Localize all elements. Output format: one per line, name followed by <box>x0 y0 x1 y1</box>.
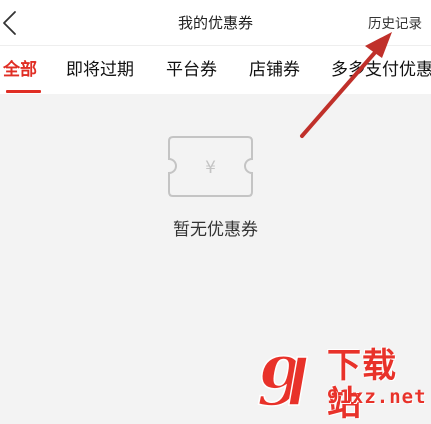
watermark-logo: 9 <box>256 347 309 411</box>
top-bar: 我的优惠券 历史记录 <box>0 0 431 46</box>
tab-duoduo-pay-discount[interactable]: 多多支付优惠 <box>331 58 431 82</box>
tab-store-coupons[interactable]: 店铺券 <box>249 58 300 82</box>
yen-symbol: ¥ <box>205 158 216 178</box>
coupon-ticket-icon: ¥ <box>167 135 254 198</box>
tab-platform-coupons[interactable]: 平台券 <box>166 58 217 82</box>
site-watermark: 9 下载站 91xz.net <box>255 345 431 423</box>
history-records-link[interactable]: 历史记录 <box>368 14 422 34</box>
page-title: 我的优惠券 <box>177 14 253 32</box>
tab-all[interactable]: 全部 <box>3 58 37 82</box>
watermark-domain: 91xz.net <box>327 386 427 408</box>
empty-state-message: 暂无优惠券 <box>173 220 258 240</box>
active-tab-indicator <box>6 90 41 93</box>
tab-expiring-soon[interactable]: 即将过期 <box>66 58 134 82</box>
tab-bar: 全部 即将过期 平台券 店铺券 多多支付优惠 <box>0 46 431 94</box>
